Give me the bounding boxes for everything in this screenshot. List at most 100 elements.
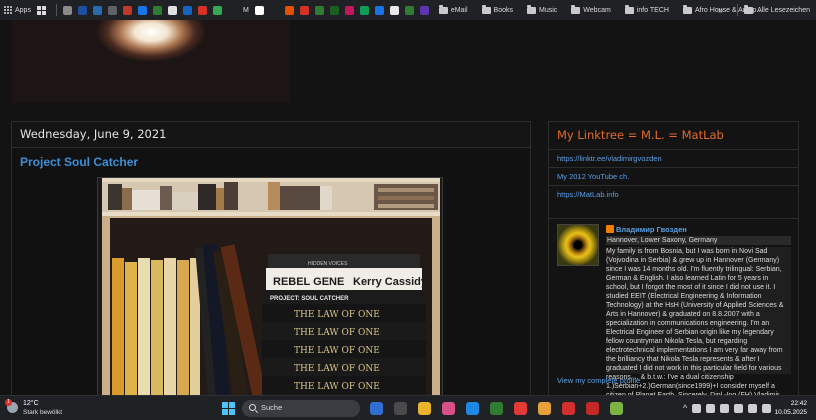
bookmark-favicon-icon[interactable] [212, 5, 222, 15]
battery-icon[interactable] [762, 404, 772, 413]
apps-bookmark[interactable]: Apps [4, 6, 31, 14]
tab-groups-icon[interactable] [36, 5, 46, 15]
bookmark-favicon-icon[interactable] [374, 5, 384, 15]
book-spine-law-of-one-1: THE LAW OF ONE [294, 310, 380, 320]
clock-time: 22:42 [790, 400, 807, 407]
folder-icon [571, 5, 581, 14]
bookmark-favicon-icon[interactable] [329, 5, 339, 15]
folder-icon [682, 5, 692, 14]
profile-about: My family is from Bosnia, but I was born… [606, 248, 784, 395]
book-spine-law-of-one-2: THE LAW OF ONE [294, 328, 380, 338]
link-matlab[interactable]: https://MatLab.info [549, 185, 799, 203]
taskbar-app-icon[interactable] [562, 402, 575, 415]
bookmarks-bar: Apps M eMail Books Music Webcam info TECH Afr… [0, 0, 816, 20]
bookmarks-divider [737, 4, 739, 16]
link-youtube-text[interactable]: My 2012 YouTube ch. [557, 172, 629, 181]
folder-icon [527, 5, 537, 14]
bookmark-favicon-icon[interactable] [167, 5, 177, 15]
book-spine-law-of-one-4: THE LAW OF ONE [294, 364, 380, 374]
post-title[interactable]: Project Soul Catcher [20, 155, 138, 169]
profile-avatar[interactable] [557, 224, 599, 266]
view-profile-link[interactable]: View my complete profile [557, 376, 640, 385]
keyboard-tray-icon[interactable] [720, 404, 730, 413]
network-tray-icon[interactable] [706, 404, 716, 413]
taskbar-app-icon[interactable] [466, 402, 479, 415]
weather-condition: Stark bewölkt [23, 409, 63, 416]
taskbar-app-icon[interactable] [514, 402, 527, 415]
folder-icon [481, 5, 491, 14]
link-youtube[interactable]: My 2012 YouTube ch. [549, 167, 799, 185]
bookmark-favicon-icon[interactable] [107, 5, 117, 15]
bookmark-folder[interactable]: Webcam [571, 5, 611, 14]
bookmark-favicon-icon[interactable] [77, 5, 87, 15]
folder-bookmark[interactable]: eMail Books Music Webcam info TECH Afro House… [438, 5, 762, 14]
book-spine-kerry-cassidy: Kerry Cassidy [353, 276, 428, 288]
bookmark-favicon-icon[interactable] [314, 5, 324, 15]
taskbar-search[interactable]: Suche [242, 400, 360, 417]
favicon-bookmarks: M [62, 5, 435, 15]
bookmark-folder[interactable]: Books [481, 5, 514, 14]
bookmarks-right: » Alle Lesezeichen [718, 0, 810, 20]
search-label: Suche [261, 403, 283, 412]
taskbar-app-icon[interactable] [490, 402, 503, 415]
bookmark-m-label[interactable]: M [243, 7, 249, 14]
taskbar-clock[interactable]: 22:42 10.05.2025 [774, 399, 807, 417]
bookshelf-illustration: HIDDEN VOICES REBEL GENE Kerry Cassidy P… [102, 178, 440, 395]
taskbar-app-icon[interactable] [442, 402, 455, 415]
bookmark-favicon-icon[interactable] [152, 5, 162, 15]
bookmarks-overflow-button[interactable]: » [718, 5, 723, 15]
profile-name[interactable]: Владимир Гвозден [616, 225, 687, 234]
bookmark-favicon-icon[interactable] [284, 5, 294, 15]
windows-start-icon[interactable] [222, 402, 235, 415]
bookmark-favicon-icon[interactable] [404, 5, 414, 15]
bookmark-folder[interactable]: info TECH [624, 5, 669, 14]
post-image[interactable]: HIDDEN VOICES REBEL GENE Kerry Cassidy P… [97, 177, 443, 395]
bookmark-favicon-icon[interactable] [122, 5, 132, 15]
date-header: Wednesday, June 9, 2021 [20, 127, 167, 141]
bookmark-favicon-icon[interactable] [299, 5, 309, 15]
notification-badge: 1 [5, 399, 12, 406]
bookmark-favicon-icon[interactable] [137, 5, 147, 15]
weather-temp: 12°C [23, 400, 39, 407]
profile-location: Hannover, Lower Saxony, Germany [606, 236, 791, 245]
volume-icon[interactable] [748, 404, 758, 413]
bookmark-favicon-icon[interactable] [389, 5, 399, 15]
link-linktree-text[interactable]: https://linktr.ee/vladimirgvozden [557, 154, 662, 163]
bookmark-folder[interactable]: eMail [438, 5, 468, 14]
bookmark-favicon-icon[interactable] [62, 5, 72, 15]
bookmark-folder[interactable]: Music [527, 5, 557, 14]
blog-header-image[interactable] [12, 20, 290, 103]
book-spine-hidden-voices: HIDDEN VOICES [308, 261, 348, 267]
apps-icon [4, 6, 12, 14]
taskbar-app-icon[interactable] [610, 402, 623, 415]
wifi-icon[interactable] [734, 404, 744, 413]
book-spine-law-of-one-5: THE LAW OF ONE [294, 382, 380, 392]
bookmark-folder-label: Books [493, 6, 514, 14]
book-spine-rebel-gene: REBEL GENE [273, 276, 344, 288]
all-bookmarks-label[interactable]: Alle Lesezeichen [757, 7, 810, 14]
bookmark-favicon-icon[interactable] [419, 5, 429, 15]
bookmark-favicon-icon[interactable] [197, 5, 207, 15]
taskbar-app-icon[interactable] [418, 402, 431, 415]
bookmark-folder-label: eMail [450, 6, 468, 14]
folder-icon [438, 5, 448, 14]
blogger-icon [606, 225, 614, 233]
bookmark-favicon-icon[interactable] [269, 5, 279, 15]
cloud-tray-icon[interactable] [692, 404, 702, 413]
bookmark-favicon-icon[interactable] [359, 5, 369, 15]
system-tray[interactable]: ^ [683, 402, 772, 415]
chevron-up-icon[interactable]: ^ [683, 404, 687, 413]
link-matlab-text[interactable]: https://MatLab.info [557, 190, 619, 199]
taskbar-app-icon[interactable] [538, 402, 551, 415]
windows-taskbar: 1 12°C Stark bewölkt Suche ^ 22:42 10.05… [0, 395, 816, 420]
bookmark-favicon-icon[interactable] [92, 5, 102, 15]
taskbar-app-icon[interactable] [586, 402, 599, 415]
taskbar-app-icon[interactable] [370, 402, 383, 415]
bookmark-favicon-icon[interactable] [254, 5, 264, 15]
folder-icon [744, 5, 754, 14]
taskbar-app-icon[interactable] [394, 402, 407, 415]
bookmark-favicon-icon[interactable] [182, 5, 192, 15]
bookmark-favicon-icon[interactable] [227, 5, 237, 15]
bookmark-favicon-icon[interactable] [344, 5, 354, 15]
link-linktree[interactable]: https://linktr.ee/vladimirgvozden [549, 149, 799, 167]
